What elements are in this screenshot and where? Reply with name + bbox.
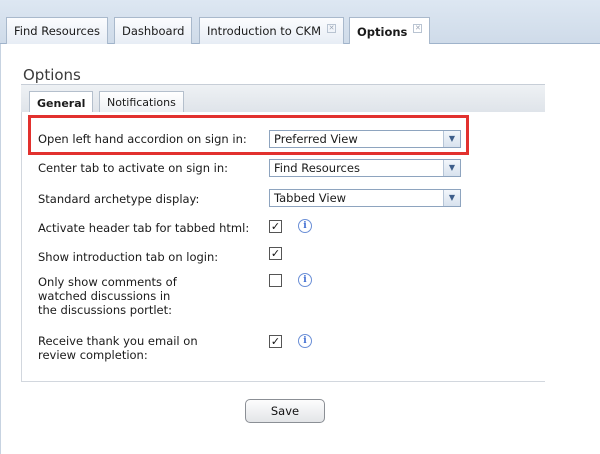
tab-notifications[interactable]: Notifications: [99, 91, 184, 113]
info-icon[interactable]: i: [298, 334, 312, 348]
page-title: Options: [23, 66, 81, 84]
select-value: Find Resources: [274, 161, 360, 175]
save-button[interactable]: Save: [245, 399, 325, 423]
thank-you-email-label: Receive thank you email on review comple…: [38, 334, 198, 362]
thank-you-email-checkbox[interactable]: ✓: [269, 335, 282, 348]
tab-introduction-to-ckm[interactable]: Introduction to CKM ✕: [199, 17, 344, 44]
tab-label: Introduction to CKM: [207, 24, 321, 38]
select-value: Tabbed View: [274, 191, 347, 205]
header-tab-label: Activate header tab for tabbed html:: [38, 221, 250, 235]
archetype-display-label: Standard archetype display:: [38, 192, 200, 206]
intro-tab-checkbox[interactable]: ✓: [269, 247, 282, 260]
options-content: Options General Notifications Open left …: [0, 44, 600, 454]
tab-general[interactable]: General: [29, 91, 94, 114]
tab-label: General: [37, 96, 86, 110]
watched-comments-checkbox[interactable]: [269, 274, 282, 287]
tab-options[interactable]: Options ✕: [349, 17, 431, 45]
options-tab-strip: General Notifications: [21, 84, 545, 114]
checkmark-icon: ✓: [270, 220, 281, 233]
tab-label: Find Resources: [14, 24, 100, 38]
center-tab-label: Center tab to activate on sign in:: [38, 161, 229, 175]
close-icon[interactable]: ✕: [327, 23, 336, 33]
tab-find-resources[interactable]: Find Resources: [6, 17, 108, 44]
tab-label: Dashboard: [122, 24, 185, 38]
checkmark-icon: ✓: [270, 335, 281, 348]
watched-comments-label: Only show comments of watched discussion…: [38, 275, 177, 317]
top-tab-bar: Find Resources Dashboard Introduction to…: [0, 0, 600, 45]
chevron-down-icon[interactable]: ▼: [443, 160, 460, 176]
intro-tab-label: Show introduction tab on login:: [38, 250, 219, 264]
chevron-down-icon[interactable]: ▼: [443, 190, 460, 206]
tab-dashboard[interactable]: Dashboard: [114, 17, 193, 44]
highlight-box: [28, 115, 469, 155]
tab-label: Notifications: [107, 96, 176, 109]
info-icon[interactable]: i: [298, 273, 312, 287]
header-tab-checkbox[interactable]: ✓: [269, 220, 282, 233]
archetype-display-select[interactable]: Tabbed View ▼: [269, 189, 461, 207]
checkmark-icon: ✓: [270, 247, 281, 260]
info-icon[interactable]: i: [298, 219, 312, 233]
center-tab-select[interactable]: Find Resources ▼: [269, 159, 461, 177]
close-icon[interactable]: ✕: [413, 24, 423, 33]
tab-label: Options: [357, 24, 408, 39]
